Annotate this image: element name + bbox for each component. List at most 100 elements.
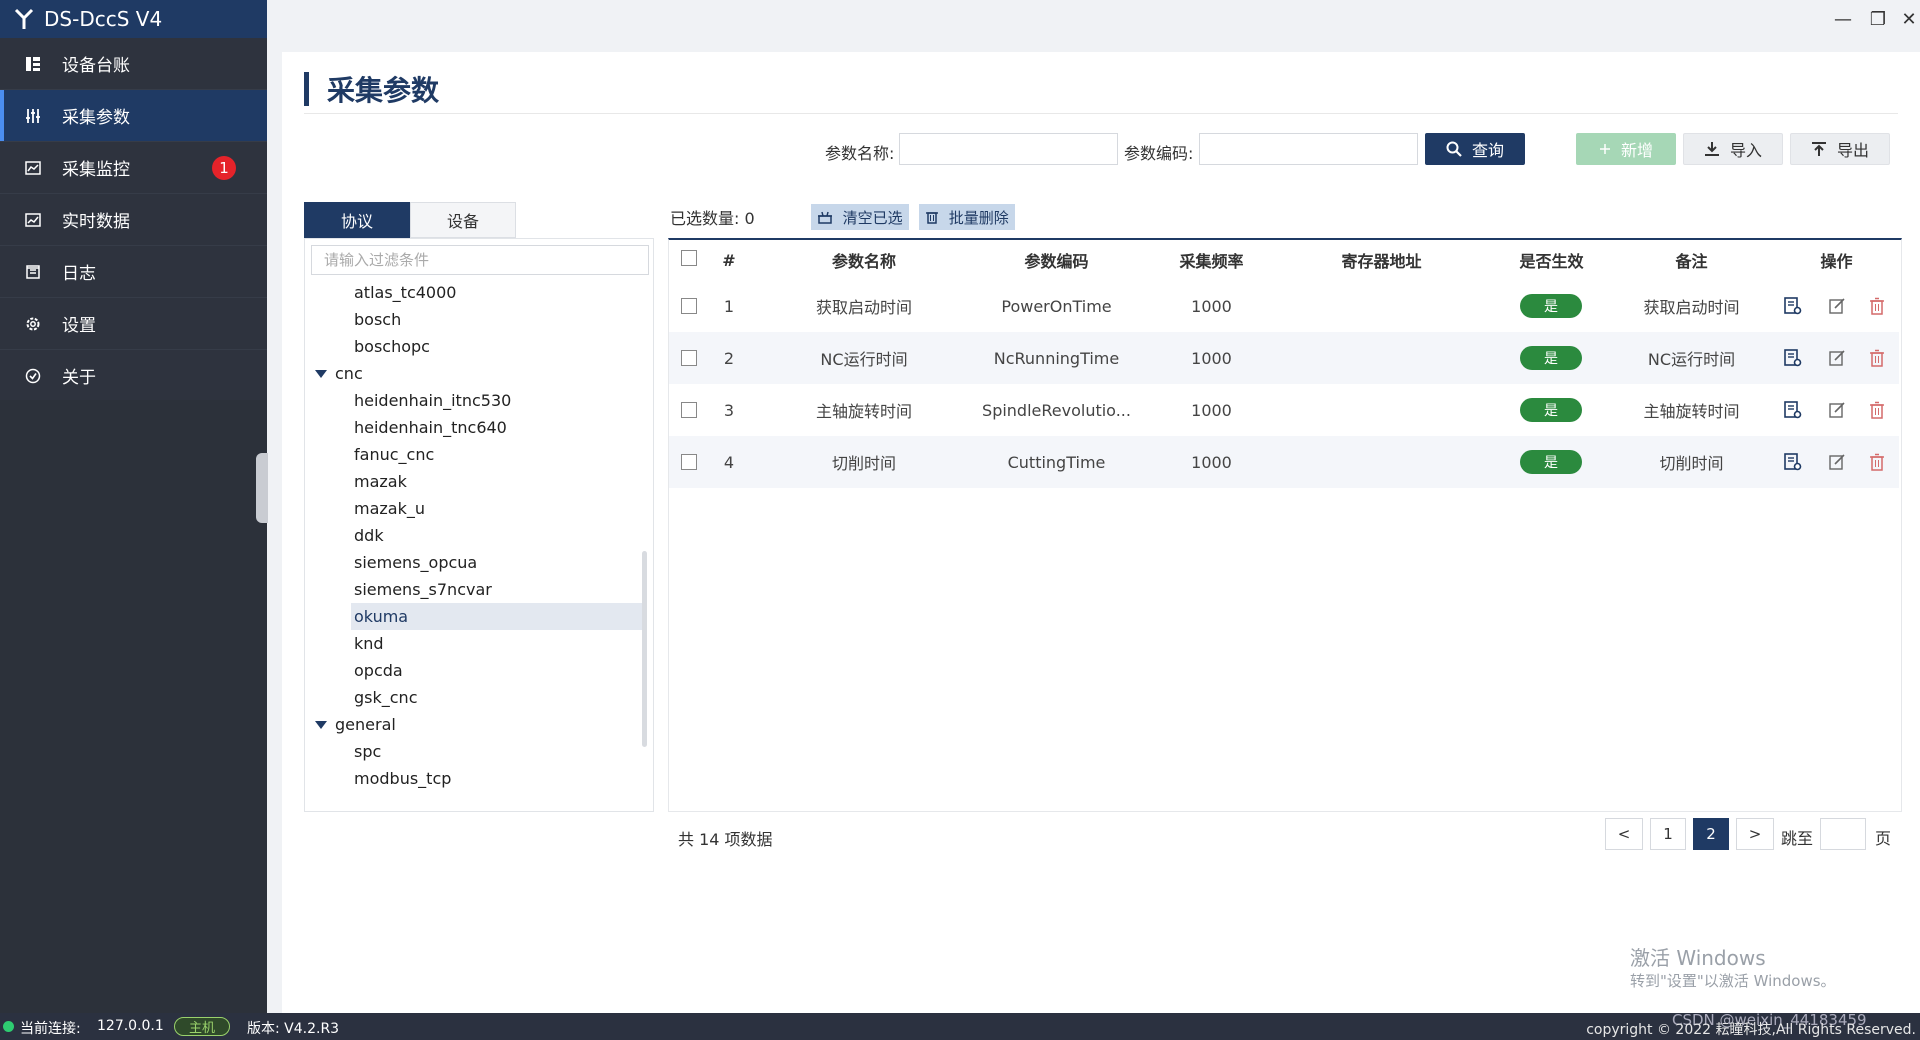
row-remark: 获取启动时间	[1643, 298, 1740, 317]
sidebar-item-collect-params[interactable]: 采集参数	[0, 90, 267, 142]
ledger-icon	[24, 55, 42, 73]
page-suffix-label: 页	[1875, 829, 1892, 848]
add-button[interactable]: 新增	[1576, 133, 1676, 165]
clear-selected-button[interactable]: 清空已选	[810, 204, 909, 230]
tree-node[interactable]: boschopc	[305, 333, 643, 360]
tree-node[interactable]: siemens_s7ncvar	[305, 576, 643, 603]
delete-icon[interactable]	[1866, 451, 1888, 473]
tree-node[interactable]: mazak	[305, 468, 643, 495]
tree-node-selected[interactable]: okuma	[351, 603, 643, 630]
tree-node[interactable]: siemens_opcua	[305, 549, 643, 576]
version-text: 版本: V4.2.R3	[247, 1021, 340, 1037]
row-checkbox[interactable]	[681, 350, 697, 366]
selected-count: 已选数量: 0	[670, 209, 755, 228]
notification-badge: 1	[212, 156, 236, 180]
tree-node[interactable]: atlas_tc4000	[305, 279, 643, 306]
query-button[interactable]: 查询	[1425, 133, 1525, 165]
tree-group-general[interactable]: general	[305, 711, 643, 738]
tree-node[interactable]: spc	[305, 738, 643, 765]
prev-page-button[interactable]: <	[1605, 818, 1643, 850]
detail-icon[interactable]	[1782, 347, 1804, 369]
tree-node-label: general	[335, 715, 396, 734]
tree-scrollbar[interactable]	[642, 551, 647, 747]
export-button[interactable]: 导出	[1790, 133, 1890, 165]
tree-node[interactable]: knd	[305, 630, 643, 657]
basket-icon	[817, 210, 833, 224]
detail-icon[interactable]	[1782, 399, 1804, 421]
delete-icon[interactable]	[1866, 399, 1888, 421]
sidebar-item-label: 设置	[62, 316, 96, 336]
sidebar-item-collect-monitor[interactable]: 采集监控 1	[0, 142, 267, 194]
enabled-badge: 是	[1520, 450, 1582, 474]
batch-delete-button[interactable]: 批量删除	[918, 204, 1015, 230]
sidebar-item-device-ledger[interactable]: 设备台账	[0, 38, 267, 90]
row-index: 3	[723, 400, 735, 420]
title-bar: — ❐ ✕	[267, 0, 1920, 52]
app-title: DS-DccS V4	[44, 7, 163, 31]
sliders-icon	[24, 107, 42, 125]
param-code-input[interactable]	[1199, 133, 1418, 165]
maximize-button[interactable]: ❐	[1863, 6, 1893, 32]
row-checkbox[interactable]	[681, 454, 697, 470]
tree-node[interactable]: modbus_tcp	[305, 765, 643, 792]
row-param-code: CuttingTime	[1007, 452, 1106, 472]
upload-icon	[1811, 141, 1827, 157]
param-name-input[interactable]	[899, 133, 1118, 165]
edit-icon[interactable]	[1826, 399, 1848, 421]
row-frequency: 1000	[1191, 348, 1232, 368]
tree-node[interactable]: fanuc_cnc	[305, 441, 643, 468]
select-all-checkbox[interactable]	[681, 250, 697, 266]
minimize-button[interactable]: —	[1828, 6, 1858, 32]
tree-node[interactable]: bosch	[305, 306, 643, 333]
query-button-label: 查询	[1471, 141, 1504, 160]
sidebar-item-settings[interactable]: 设置	[0, 298, 267, 350]
edit-icon[interactable]	[1826, 295, 1848, 317]
detail-icon[interactable]	[1782, 295, 1804, 317]
params-table: # 参数名称 参数编码 采集频率 寄存器地址 是否生效 备注 操作 1 获取启动…	[668, 238, 1902, 812]
row-checkbox[interactable]	[681, 298, 697, 314]
tree-node[interactable]: heidenhain_tnc640	[305, 414, 643, 441]
close-button[interactable]: ✕	[1898, 6, 1920, 32]
edit-icon[interactable]	[1826, 451, 1848, 473]
jump-page-input[interactable]	[1820, 818, 1866, 850]
tree-node[interactable]: opcda	[305, 657, 643, 684]
edit-icon[interactable]	[1826, 347, 1848, 369]
trash-icon	[925, 210, 939, 224]
delete-icon[interactable]	[1866, 347, 1888, 369]
row-checkbox[interactable]	[681, 402, 697, 418]
sidebar-item-label: 采集参数	[62, 108, 130, 128]
sidebar-item-about[interactable]: 关于	[0, 350, 267, 402]
delete-icon[interactable]	[1866, 295, 1888, 317]
page-button-2[interactable]: 2	[1693, 818, 1729, 850]
tree-node[interactable]: mazak_u	[305, 495, 643, 522]
tree-group-cnc[interactable]: cnc	[305, 360, 643, 387]
tab-device[interactable]: 设备	[410, 202, 516, 238]
main-panel: 采集参数 参数名称: 参数编码: 查询 新增 导入 导出 协议 设备 请输入过滤…	[282, 52, 1920, 1013]
param-code-label: 参数编码:	[1124, 144, 1194, 163]
tree-node[interactable]: ddk	[305, 522, 643, 549]
tree-node[interactable]: gsk_cnc	[305, 684, 643, 711]
table-row: 4 切削时间 CuttingTime 1000 是 切削时间	[669, 436, 1899, 488]
row-index: 1	[723, 296, 735, 316]
sidebar-item-realtime-data[interactable]: 实时数据	[0, 194, 267, 246]
import-button[interactable]: 导入	[1683, 133, 1783, 165]
column-header-remark: 备注	[1675, 252, 1708, 271]
enabled-badge: 是	[1520, 294, 1582, 318]
table-header: # 参数名称 参数编码 采集频率 寄存器地址 是否生效 备注 操作	[669, 240, 1899, 280]
activation-watermark-title: 激活 Windows	[1630, 946, 1766, 970]
row-remark: 切削时间	[1659, 454, 1724, 473]
realtime-chart-icon	[24, 211, 42, 229]
tree-node-label: atlas_tc4000	[354, 283, 457, 302]
tab-protocol[interactable]: 协议	[304, 202, 410, 238]
tree-node[interactable]: heidenhain_itnc530	[305, 387, 643, 414]
tree-node-label: boschopc	[354, 337, 430, 356]
next-page-button[interactable]: >	[1736, 818, 1774, 850]
detail-icon[interactable]	[1782, 451, 1804, 473]
tree-filter-input[interactable]	[311, 245, 649, 275]
protocol-tree: atlas_tc4000 bosch boschopc cnc heidenha…	[305, 279, 643, 792]
app-brand: DS-DccS V4	[0, 0, 267, 38]
tree-node-label: siemens_opcua	[354, 553, 478, 572]
sidebar-item-log[interactable]: 日志	[0, 246, 267, 298]
sidebar-collapse-handle[interactable]	[256, 453, 268, 523]
page-button-1[interactable]: 1	[1650, 818, 1686, 850]
